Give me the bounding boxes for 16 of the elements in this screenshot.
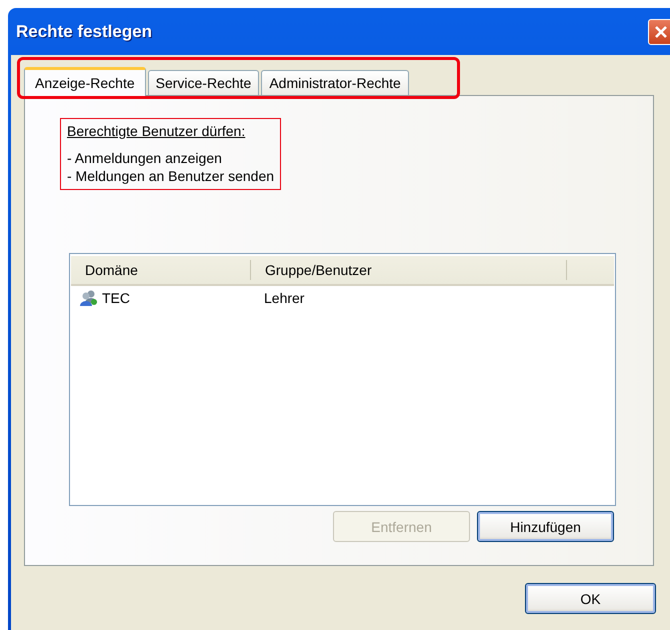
info-line: - Anmeldungen anzeigen <box>67 149 223 167</box>
column-header[interactable]: Gruppe/Benutzer <box>251 260 567 280</box>
user-group-icon <box>80 289 98 307</box>
tab[interactable]: Service-Rechte <box>148 70 260 95</box>
window-title: Rechte festlegen <box>16 22 152 42</box>
ok-button[interactable]: OK <box>525 583 656 614</box>
info-heading: Berechtigte Benutzer dürfen: <box>67 122 246 140</box>
info-line: - Meldungen an Benutzer senden <box>67 167 274 185</box>
table-cell: Lehrer <box>264 290 304 306</box>
close-button[interactable] <box>648 18 670 44</box>
tab[interactable]: Anzeige-Rechte <box>24 67 146 96</box>
close-icon <box>653 24 669 40</box>
table-cell: TEC <box>102 290 130 306</box>
tab[interactable]: Administrator-Rechte <box>261 70 409 95</box>
add-button[interactable]: Hinzufügen <box>477 511 614 542</box>
column-header[interactable]: Domäne <box>71 260 251 280</box>
